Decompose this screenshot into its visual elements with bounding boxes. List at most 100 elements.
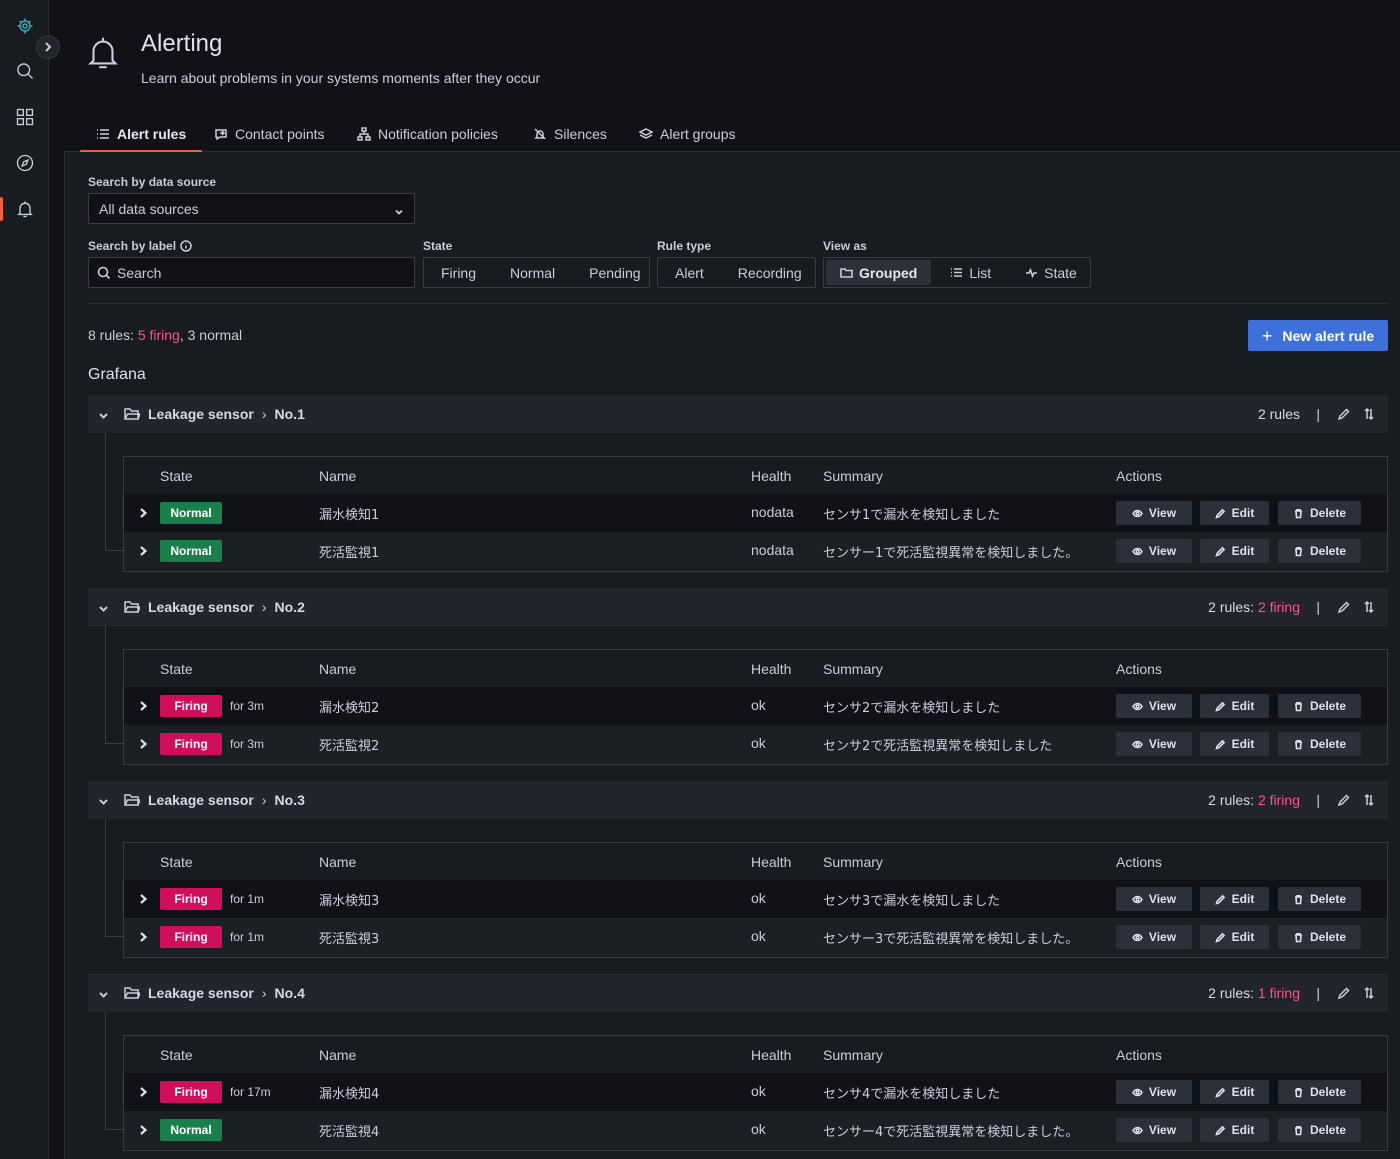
rules-table: State Name Health Summary Actions Firing… xyxy=(123,649,1388,765)
edit-button[interactable]: Edit xyxy=(1200,925,1269,949)
col-header-actions: Actions xyxy=(1116,854,1162,870)
chevron-right-icon[interactable] xyxy=(138,737,149,753)
search-icon xyxy=(97,266,111,279)
view-button[interactable]: View xyxy=(1116,1080,1192,1104)
state-firing-button[interactable]: Firing xyxy=(424,258,493,287)
rule-type-recording-button[interactable]: Recording xyxy=(721,258,819,287)
tab-contact-points[interactable]: Contact points xyxy=(214,116,325,152)
edit-button[interactable]: Edit xyxy=(1200,887,1269,911)
search-input[interactable] xyxy=(117,264,397,281)
sort-icon[interactable] xyxy=(1362,793,1376,810)
pen-icon[interactable] xyxy=(1337,600,1351,617)
view-list-button[interactable]: List xyxy=(933,258,1008,287)
view-state-button[interactable]: State xyxy=(1008,258,1094,287)
table-row: Firing for 3m 死活監視2 ok センサ2で死活監視異常を検知しまし… xyxy=(124,725,1387,763)
col-header-summary: Summary xyxy=(823,468,883,484)
delete-button[interactable]: Delete xyxy=(1278,732,1361,756)
chevron-right-icon[interactable] xyxy=(138,1085,149,1101)
col-header-state: State xyxy=(160,854,193,870)
delete-button[interactable]: Delete xyxy=(1278,694,1361,718)
alerting-icon[interactable] xyxy=(0,191,49,227)
chevron-down-icon[interactable] xyxy=(98,408,109,424)
group-rule-count: 2 rules: 1 firing xyxy=(1208,985,1300,1001)
info-circle-icon[interactable] xyxy=(180,240,192,252)
rule-summary: センサ4で漏水を検知しました xyxy=(823,1087,1001,1102)
rule-health: ok xyxy=(751,735,766,751)
tree-line xyxy=(105,1012,106,1129)
chevron-right-icon[interactable] xyxy=(138,1123,149,1139)
chevron-right-icon[interactable] xyxy=(138,699,149,715)
rule-type-alert-button[interactable]: Alert xyxy=(658,258,721,287)
pen-icon[interactable] xyxy=(1337,793,1351,810)
pen-icon[interactable] xyxy=(1337,407,1351,424)
delete-button[interactable]: Delete xyxy=(1278,1118,1361,1142)
view-button[interactable]: View xyxy=(1116,887,1192,911)
tree-line xyxy=(105,1129,123,1130)
chevron-down-icon[interactable] xyxy=(98,987,109,1003)
edit-button[interactable]: Edit xyxy=(1200,539,1269,563)
rule-summary: センサ3で漏水を検知しました xyxy=(823,894,1001,909)
chevron-right-icon[interactable] xyxy=(138,930,149,946)
sort-icon[interactable] xyxy=(1362,986,1376,1003)
col-header-name: Name xyxy=(319,854,357,870)
state-pending-button[interactable]: Pending xyxy=(572,258,657,287)
pen-icon[interactable] xyxy=(1337,986,1351,1003)
tab-alert-rules[interactable]: Alert rules xyxy=(79,116,203,153)
rule-type-label: Rule type xyxy=(657,239,712,253)
sidebar-expand-button[interactable] xyxy=(36,35,60,59)
delete-button[interactable]: Delete xyxy=(1278,925,1361,949)
delete-button[interactable]: Delete xyxy=(1278,539,1361,563)
view-button[interactable]: View xyxy=(1116,925,1192,949)
trash-icon xyxy=(1294,1087,1302,1097)
view-button[interactable]: View xyxy=(1116,1118,1192,1142)
table-row: Firing for 3m 漏水検知2 ok センサ2で漏水を検知しました Vi… xyxy=(124,687,1387,725)
explore-icon[interactable] xyxy=(0,145,49,181)
chevron-right-icon[interactable] xyxy=(138,506,149,522)
view-button[interactable]: View xyxy=(1116,539,1192,563)
state-normal-button[interactable]: Normal xyxy=(493,258,572,287)
view-button[interactable]: View xyxy=(1116,694,1192,718)
search-by-label-input[interactable] xyxy=(88,257,415,288)
delete-button[interactable]: Delete xyxy=(1278,501,1361,525)
plus-icon: + xyxy=(1261,325,1273,346)
search-icon[interactable] xyxy=(0,53,49,89)
trash-icon xyxy=(1294,894,1302,904)
rule-health: ok xyxy=(751,1121,766,1137)
list-icon xyxy=(951,268,963,277)
chevron-right-icon[interactable] xyxy=(138,892,149,908)
dashboards-icon[interactable] xyxy=(0,99,49,135)
rule-name: 漏水検知2 xyxy=(319,701,380,716)
sort-icon[interactable] xyxy=(1362,407,1376,424)
bell-slash-icon xyxy=(534,128,546,140)
tab-bar: Alert rules Contact points Notification … xyxy=(64,116,1400,153)
state-badge: Firing xyxy=(160,695,222,717)
view-button[interactable]: View xyxy=(1116,501,1192,525)
view-grouped-button[interactable]: Grouped xyxy=(826,260,932,285)
edit-button[interactable]: Edit xyxy=(1200,1118,1269,1142)
tab-alert-groups[interactable]: Alert groups xyxy=(639,116,735,152)
tab-silences[interactable]: Silences xyxy=(533,116,607,152)
edit-button[interactable]: Edit xyxy=(1200,1080,1269,1104)
separator: | xyxy=(1316,985,1320,1001)
pen-icon xyxy=(1214,1125,1225,1136)
view-button[interactable]: View xyxy=(1116,732,1192,756)
chevron-down-icon[interactable] xyxy=(98,794,109,810)
delete-button[interactable]: Delete xyxy=(1278,1080,1361,1104)
rules-summary: 8 rules: 5 firing, 3 normal xyxy=(88,327,243,343)
col-header-actions: Actions xyxy=(1116,661,1162,677)
folder-open-icon xyxy=(124,793,142,810)
new-alert-rule-button[interactable]: + New alert rule xyxy=(1248,320,1388,351)
edit-button[interactable]: Edit xyxy=(1200,732,1269,756)
datasource-select[interactable]: All data sources xyxy=(88,193,415,224)
chevron-right-icon[interactable] xyxy=(138,544,149,560)
sort-icon[interactable] xyxy=(1362,600,1376,617)
table-row: Normal 漏水検知1 nodata センサ1で漏水を検知しました View … xyxy=(124,494,1387,532)
edit-button[interactable]: Edit xyxy=(1200,694,1269,718)
state-badge: Firing xyxy=(160,926,222,948)
rule-group-header: Leakage sensor › No.1 2 rules | xyxy=(88,395,1388,433)
table-row: Normal 死活監視1 nodata センサー1で死活監視異常を検知しました。… xyxy=(124,532,1387,570)
chevron-down-icon[interactable] xyxy=(98,601,109,617)
edit-button[interactable]: Edit xyxy=(1200,501,1269,525)
tab-notification-policies[interactable]: Notification policies xyxy=(357,116,498,152)
delete-button[interactable]: Delete xyxy=(1278,887,1361,911)
